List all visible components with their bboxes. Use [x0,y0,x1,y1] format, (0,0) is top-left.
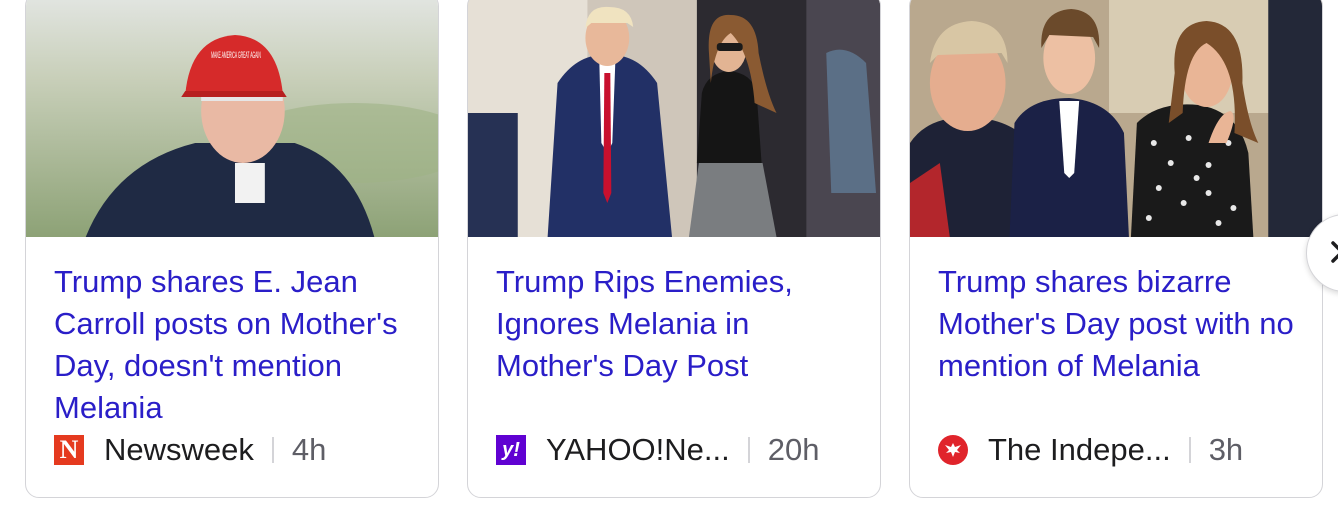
source-name: The Indepe... [988,432,1171,467]
news-card-2[interactable]: Trump Rips Enemies, Ignores Melania in M… [467,0,881,498]
trump-golf-photo: MAKE AMERICA GREAT AGAIN [26,0,438,237]
divider [747,437,750,463]
headline[interactable]: Trump shares bizarre Mother's Day post w… [938,261,1298,387]
news-thumbnail[interactable] [468,0,880,237]
source-meta: The Indepe... 3h [938,432,1244,467]
source-name: YAHOO!Ne... [546,432,730,467]
independent-eagle-logo-icon [938,435,968,465]
source-name: Newsweek [104,432,254,467]
yahoo-news-logo-icon: y! [496,435,526,465]
eagle-icon [945,443,961,457]
news-card-1[interactable]: MAKE AMERICA GREAT AGAIN Trump shares E.… [25,0,439,498]
newsweek-logo-icon: N [54,435,84,465]
timestamp: 3h [1208,432,1244,467]
timestamp: 4h [291,432,327,467]
hat-text: MAKE AMERICA GREAT AGAIN [211,50,261,60]
trump-barron-melania-photo [910,0,1322,237]
news-card-3[interactable]: Trump shares bizarre Mother's Day post w… [909,0,1323,498]
divider [1188,437,1191,463]
trump-melania-walking-photo [468,0,880,237]
news-thumbnail[interactable]: MAKE AMERICA GREAT AGAIN [26,0,438,237]
headline[interactable]: Trump shares E. Jean Carroll posts on Mo… [54,261,414,429]
chevron-right-icon [1331,241,1338,263]
source-meta: N Newsweek 4h [54,432,327,467]
news-thumbnail[interactable] [910,0,1322,237]
divider [271,437,274,463]
source-meta: y! YAHOO!Ne... 20h [496,432,820,467]
timestamp: 20h [767,432,820,467]
headline[interactable]: Trump Rips Enemies, Ignores Melania in M… [496,261,856,387]
